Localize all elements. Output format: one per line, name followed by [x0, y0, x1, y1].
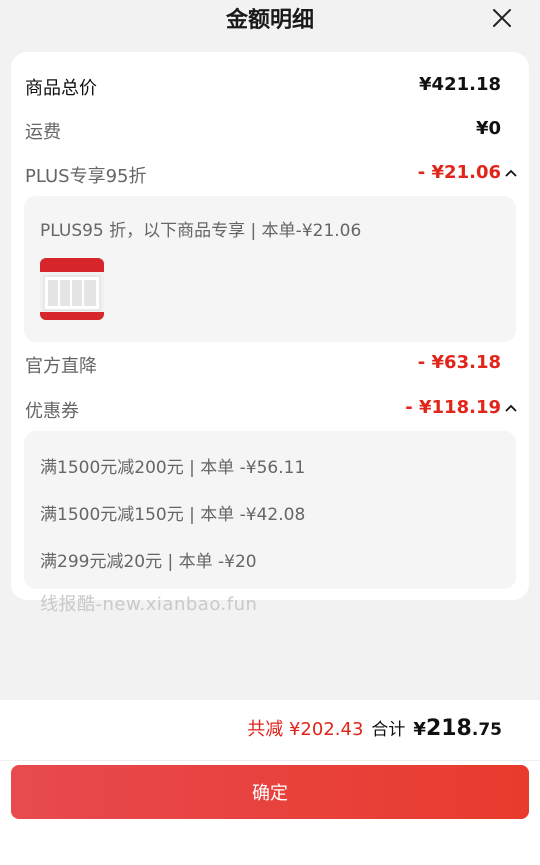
price-detail-card: 商品总价 ¥421.18 运费 ¥0 PLUS专享95折 - ¥21.06 PL…	[11, 52, 529, 600]
plus-discount-value: - ¥21.06	[417, 162, 501, 183]
coupon-item: 满299元减20元 | 本单 -¥20	[40, 552, 257, 572]
chevron-up-icon[interactable]	[505, 168, 517, 178]
total-label: 合计	[371, 720, 406, 740]
confirm-button[interactable]: 确定	[11, 765, 529, 819]
total-decimal: .75	[471, 720, 502, 740]
total-integer: 218	[425, 716, 472, 741]
total-summary: 共减 ¥202.43 合计 ¥218.75	[247, 715, 502, 749]
sheet-title: 金额明细	[225, 8, 314, 33]
chevron-up-icon[interactable]	[505, 403, 517, 413]
plus-detail-text: PLUS95 折，以下商品专享 | 本单-¥21.06	[40, 221, 362, 241]
total-saved: 共减 ¥202.43	[247, 719, 364, 740]
coupon-item: 满1500元减150元 | 本单 -¥42.08	[40, 505, 306, 525]
plus-detail-panel: PLUS95 折，以下商品专享 | 本单-¥21.06	[24, 196, 516, 342]
official-discount-value: - ¥63.18	[417, 352, 501, 373]
goods-total-value: ¥421.18	[419, 74, 501, 95]
divider	[0, 760, 540, 761]
product-thumbnail[interactable]	[40, 258, 104, 320]
official-discount-row: 官方直降 - ¥63.18	[25, 352, 501, 378]
watermark: 线报酷-new.xianbao.fun	[40, 594, 258, 615]
goods-total-label: 商品总价	[25, 78, 97, 99]
plus-discount-row[interactable]: PLUS专享95折 - ¥21.06	[25, 162, 517, 188]
total-currency: ¥	[413, 719, 426, 740]
coupon-value: - ¥118.19	[405, 397, 501, 418]
plus-discount-label: PLUS专享95折	[25, 166, 147, 187]
total-amount: ¥218.75	[413, 716, 502, 741]
shipping-row: 运费 ¥0	[25, 118, 501, 144]
coupon-label: 优惠券	[25, 401, 79, 422]
official-discount-label: 官方直降	[25, 356, 97, 377]
shipping-label: 运费	[25, 122, 61, 143]
coupon-row[interactable]: 优惠券 - ¥118.19	[25, 397, 517, 423]
goods-total-row: 商品总价 ¥421.18	[25, 74, 501, 100]
close-button[interactable]	[490, 6, 514, 30]
shipping-value: ¥0	[475, 118, 501, 139]
product-image	[40, 258, 104, 320]
price-detail-sheet: 金额明细 商品总价 ¥421.18 运费 ¥0 PLUS专享95折 - ¥21.…	[0, 0, 540, 865]
close-icon	[493, 9, 511, 27]
coupon-item: 满1500元减200元 | 本单 -¥56.11	[40, 458, 306, 478]
sheet-header: 金额明细	[0, 0, 540, 40]
coupon-detail-panel: 满1500元减200元 | 本单 -¥56.11 满1500元减150元 | 本…	[24, 431, 516, 589]
